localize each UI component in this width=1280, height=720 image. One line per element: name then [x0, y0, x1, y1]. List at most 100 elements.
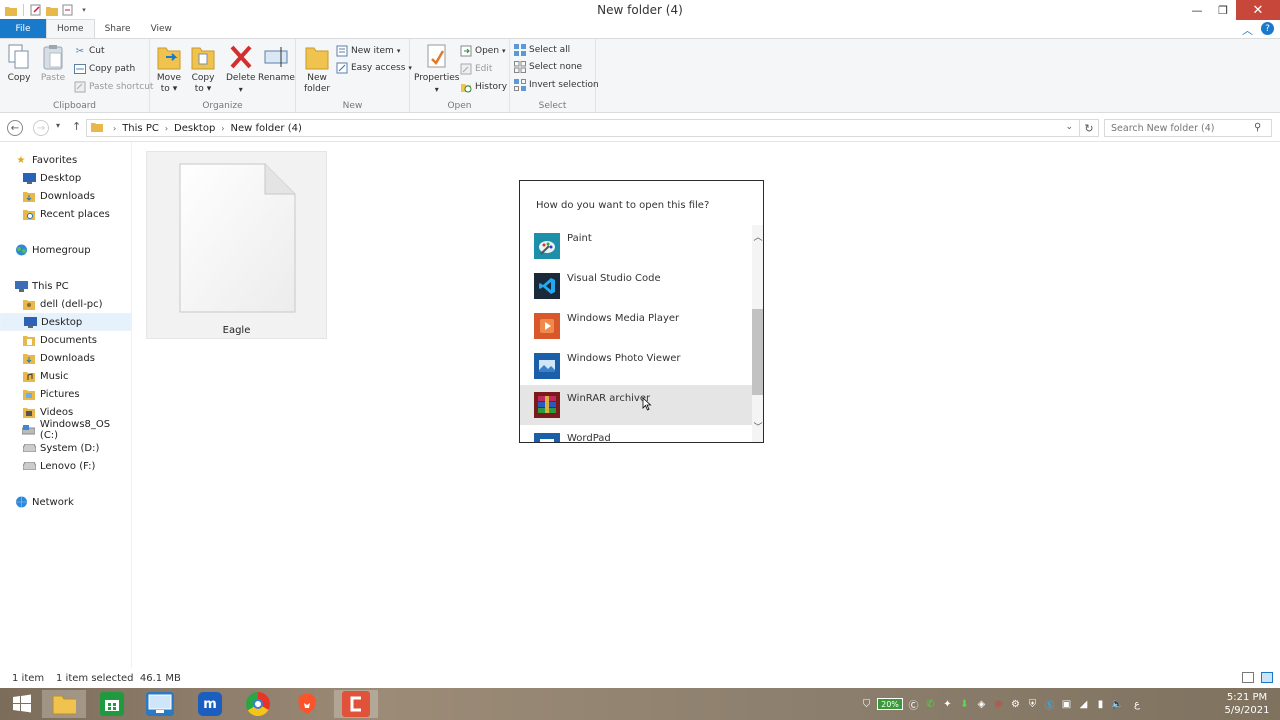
taskbar-maxthon[interactable]: m: [188, 690, 232, 718]
copy-to-button[interactable]: Copy to ▾: [190, 43, 216, 95]
app-item-wordpad[interactable]: WordPad: [520, 425, 752, 442]
scroll-down-icon[interactable]: ﹀: [752, 419, 763, 433]
messenger-icon[interactable]: ✆: [922, 696, 939, 712]
nav-pc-music[interactable]: Music: [0, 367, 131, 385]
taskbar-store[interactable]: [90, 690, 134, 718]
chevron-right-icon[interactable]: ›: [113, 124, 116, 133]
address-dropdown-icon[interactable]: ⌄: [1065, 122, 1073, 132]
language-indicator[interactable]: ع: [1126, 696, 1148, 712]
breadcrumb-current-folder[interactable]: New folder (4): [231, 123, 302, 134]
collapse-ribbon-icon[interactable]: ︿: [1242, 22, 1253, 38]
new-item-button[interactable]: New item ▾: [336, 43, 400, 59]
taskbar-browser[interactable]: [236, 690, 280, 718]
invert-selection-button[interactable]: Invert selection: [514, 77, 599, 93]
tab-share[interactable]: Share: [95, 20, 141, 38]
tab-view[interactable]: View: [141, 20, 182, 38]
breadcrumb-desktop[interactable]: Desktop: [174, 123, 215, 134]
search-input[interactable]: [1104, 119, 1272, 137]
properties-button[interactable]: Properties ▾: [414, 43, 459, 95]
forward-button[interactable]: →: [33, 120, 49, 136]
app-item-windows-media-player[interactable]: Windows Media Player: [520, 305, 752, 345]
recent-locations-chevron-icon[interactable]: ▾: [56, 121, 60, 130]
dialog-scrollbar[interactable]: ︿ ﹀: [752, 225, 763, 442]
taskbar-brave[interactable]: [285, 690, 329, 718]
breadcrumb-this-pc[interactable]: This PC: [122, 123, 159, 134]
app-item-winrar-archiver[interactable]: WinRAR archiver: [520, 385, 752, 425]
nav-favorites[interactable]: ★ Favorites: [14, 151, 131, 169]
history-button[interactable]: History: [460, 79, 507, 95]
app-item-windows-photo-viewer[interactable]: Windows Photo Viewer: [520, 345, 752, 385]
nav-pc-drive-d[interactable]: System (D:): [0, 439, 131, 457]
up-button[interactable]: ↑: [72, 120, 81, 133]
shield-icon[interactable]: ⛉: [858, 696, 875, 712]
easy-access-button[interactable]: Easy access ▾: [336, 60, 412, 76]
paste-button[interactable]: Paste: [40, 43, 66, 84]
select-all-button[interactable]: Select all: [514, 42, 570, 58]
nav-pc-downloads[interactable]: Downloads: [0, 349, 131, 367]
nav-pc-drive-c[interactable]: Windows8_OS (C:): [0, 419, 131, 441]
battery-indicator[interactable]: 20%: [875, 696, 905, 712]
copy-button[interactable]: Copy: [6, 43, 32, 84]
paste-shortcut-button[interactable]: Paste shortcut: [74, 79, 153, 95]
settings-icon[interactable]: ⚙: [1007, 696, 1024, 712]
select-none-button[interactable]: Select none: [514, 59, 582, 75]
details-view-icon[interactable]: [1242, 672, 1254, 683]
scroll-up-icon[interactable]: ︿: [752, 229, 763, 243]
large-icons-view-icon[interactable]: [1261, 672, 1273, 683]
nav-pc-dell[interactable]: dell (dell-pc): [0, 295, 131, 313]
cut-button[interactable]: ✂ Cut: [74, 43, 105, 59]
back-button[interactable]: ←: [7, 120, 23, 136]
taskbar-camtasia[interactable]: [334, 690, 378, 718]
skype-icon[interactable]: Ⓢ: [1041, 696, 1058, 712]
nav-fav-recent-places[interactable]: Recent places: [0, 205, 131, 223]
nav-pc-desktop[interactable]: Desktop: [0, 313, 131, 331]
app-item-visual-studio-code[interactable]: Visual Studio Code: [520, 265, 752, 305]
update-icon[interactable]: ◈: [973, 696, 990, 712]
scrollbar-thumb[interactable]: [752, 309, 763, 395]
refresh-button[interactable]: ↻: [1079, 119, 1099, 137]
new-folder-icon[interactable]: [45, 3, 59, 17]
minimize-button[interactable]: —: [1184, 0, 1210, 20]
nav-homegroup[interactable]: Homegroup: [14, 241, 131, 259]
taskbar-file-explorer[interactable]: [42, 690, 86, 718]
tab-file[interactable]: File: [0, 19, 46, 38]
start-button[interactable]: [0, 690, 44, 718]
pin-icon[interactable]: ✦: [939, 696, 956, 712]
nav-this-pc[interactable]: This PC: [14, 277, 131, 295]
chevron-right-icon[interactable]: ›: [221, 124, 224, 133]
chevron-down-icon[interactable]: ▾: [77, 3, 91, 17]
open-button[interactable]: Open ▾: [460, 43, 506, 59]
tab-home[interactable]: Home: [46, 19, 95, 38]
nav-pc-pictures[interactable]: Pictures: [0, 385, 131, 403]
rename-button[interactable]: Rename: [258, 43, 295, 84]
vpn-icon[interactable]: ⊗: [990, 696, 1007, 712]
maximize-button[interactable]: ❐: [1210, 0, 1236, 20]
power-icon[interactable]: ▮: [1092, 696, 1109, 712]
nav-fav-desktop[interactable]: Desktop: [0, 169, 131, 187]
breadcrumb[interactable]: › This PC › Desktop › New folder (4) ⌄: [86, 119, 1080, 137]
chevron-right-icon[interactable]: ›: [165, 124, 168, 133]
volume-icon[interactable]: 🔈: [1109, 696, 1126, 712]
new-folder-button[interactable]: New folder: [304, 43, 330, 95]
app-item-paint[interactable]: Paint: [520, 225, 752, 265]
taskbar-remote-desktop[interactable]: [138, 690, 182, 718]
copy-path-button[interactable]: Copy path: [74, 61, 135, 77]
nav-pc-documents[interactable]: Documents: [0, 331, 131, 349]
network-signal-icon[interactable]: ◢: [1075, 696, 1092, 712]
clock[interactable]: 5:21 PM 5/9/2021: [1218, 691, 1276, 717]
properties-icon[interactable]: [29, 3, 43, 17]
move-to-button[interactable]: Move to ▾: [156, 43, 182, 95]
close-button[interactable]: ✕: [1236, 0, 1280, 20]
nav-network[interactable]: Network: [14, 493, 131, 511]
sync-icon[interactable]: Ⓒ: [905, 696, 922, 712]
nav-pc-drive-f[interactable]: Lenovo (F:): [0, 457, 131, 475]
idm-icon[interactable]: ⬇: [956, 696, 973, 712]
customize-icon[interactable]: [61, 3, 75, 17]
edit-button[interactable]: Edit: [460, 61, 492, 77]
screen-icon[interactable]: ▣: [1058, 696, 1075, 712]
help-icon[interactable]: ?: [1261, 22, 1274, 35]
delete-button[interactable]: Delete ▾: [226, 43, 256, 95]
antivirus-icon[interactable]: ⛨: [1024, 696, 1041, 712]
nav-fav-downloads[interactable]: Downloads: [0, 187, 131, 205]
file-item[interactable]: Eagle: [146, 151, 327, 339]
